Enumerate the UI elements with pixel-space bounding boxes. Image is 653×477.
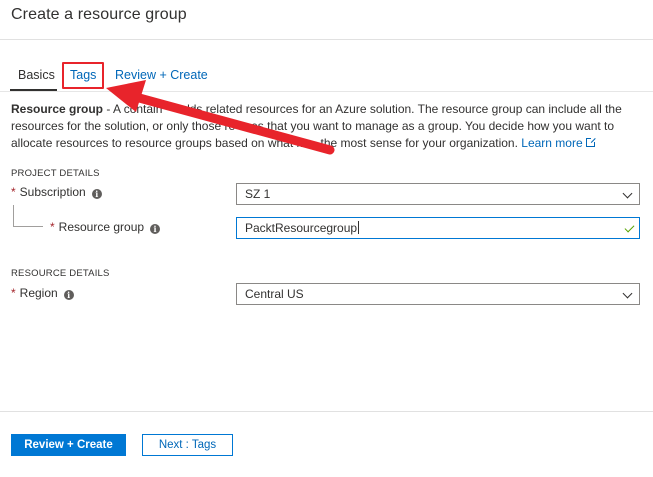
required-marker: *: [50, 220, 55, 234]
resource-group-label-text: Resource group: [58, 220, 145, 234]
info-icon[interactable]: i: [91, 189, 102, 199]
description-text: Resource group - A contain olds related r…: [11, 101, 641, 152]
tags-highlight-box: [62, 62, 104, 89]
project-details-heading: PROJECT DETAILS: [11, 168, 100, 179]
region-label: * Region i: [11, 286, 74, 300]
description-bold: Resource group: [11, 102, 104, 116]
chevron-down-icon: [622, 188, 633, 199]
description-part-1: - A contain: [103, 102, 163, 116]
required-marker: *: [11, 286, 16, 300]
info-icon[interactable]: i: [63, 290, 74, 300]
resource-group-label: * Resource group i: [50, 220, 161, 234]
tab-review-create[interactable]: Review + Create: [115, 68, 208, 82]
region-label-text: Region: [19, 286, 58, 300]
tabs-divider: [0, 91, 653, 92]
region-select[interactable]: Central US: [236, 283, 640, 305]
info-icon[interactable]: i: [150, 224, 161, 234]
external-link-icon: [585, 137, 596, 147]
chevron-down-icon: [622, 288, 633, 299]
resource-group-value: PacktResourcegroup: [245, 221, 358, 235]
resource-details-heading: RESOURCE DETAILS: [11, 268, 110, 279]
learn-more-link[interactable]: Learn more: [521, 136, 582, 150]
text-caret: [358, 221, 360, 234]
checkmark-icon: [624, 222, 635, 233]
description-part-4: the most sense for your organization.: [320, 136, 522, 150]
tree-connector-vertical: [13, 205, 14, 227]
tree-connector-horizontal: [13, 226, 43, 227]
subscription-value: SZ 1: [245, 187, 271, 201]
blade-header: Create a resource group: [0, 0, 653, 40]
next-tags-button[interactable]: Next : Tags: [142, 434, 233, 456]
required-marker: *: [11, 185, 16, 199]
subscription-label-text: Subscription: [19, 185, 86, 199]
footer-divider: [0, 411, 653, 412]
page-title: Create a resource group: [11, 6, 187, 23]
subscription-label: * Subscription i: [11, 185, 102, 199]
region-value: Central US: [245, 287, 304, 301]
review-create-button[interactable]: Review + Create: [11, 434, 126, 456]
resource-group-input[interactable]: PacktResourcegroup: [236, 217, 640, 239]
tab-basics[interactable]: Basics: [18, 68, 55, 82]
subscription-select[interactable]: SZ 1: [236, 183, 640, 205]
